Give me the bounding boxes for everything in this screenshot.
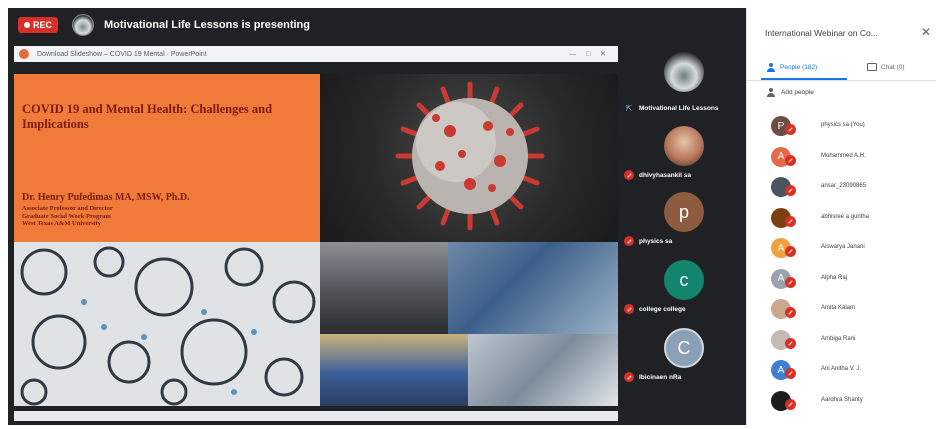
mic-off-icon: [624, 170, 634, 180]
participant-name: physics sa (You): [821, 122, 865, 128]
list-item[interactable]: abhisree a guntha: [747, 202, 936, 232]
presentation-slide: COVID 19 and Mental Health: Challenges a…: [14, 74, 618, 406]
list-item[interactable]: ansar_23090865: [747, 171, 936, 201]
side-panel: International Webinar on Co... ✕ People …: [746, 8, 936, 425]
panel-tabs: People (182) Chat (0): [747, 56, 936, 78]
list-item[interactable]: Pphysics sa (You): [747, 110, 936, 140]
add-person-icon: [767, 88, 776, 97]
tile-name: Ibicinaen nRa: [639, 373, 682, 381]
mic-off-icon: [624, 304, 634, 314]
participant-name: Ani Anitha V. J.: [821, 366, 862, 372]
list-item[interactable]: A Alpha Raj: [747, 263, 936, 293]
list-item[interactable]: Aardhra Shanty: [747, 385, 936, 415]
mic-off-icon: [785, 185, 796, 196]
gloves-image: [320, 334, 468, 406]
hospital-workers-image: [448, 242, 618, 334]
mic-off-icon: [785, 154, 796, 166]
list-item[interactable]: A Ani Anitha V. J.: [747, 354, 936, 384]
affiliation-line: Associate Professor and Director: [22, 205, 113, 212]
slide-affiliation: Associate Professor and Director Graduat…: [22, 205, 113, 228]
mic-off-icon: [785, 215, 796, 227]
participant-name: Alpha Raj: [821, 274, 848, 281]
slide-author: Dr. Henry Pufedimas MA, MSW, Ph.D.: [22, 192, 190, 203]
mic-off-icon: [785, 398, 796, 410]
close-icon[interactable]: ✕: [921, 25, 931, 39]
chat-icon: [867, 63, 877, 71]
participant-name: ansar_23090865: [821, 183, 867, 189]
recording-label: REC: [33, 20, 53, 30]
participant-name: Ambiga Rani: [821, 335, 856, 342]
record-dot-icon: [24, 22, 30, 28]
presenter-avatar: [72, 14, 95, 36]
window-controls: — □ ✕: [569, 51, 610, 58]
tile-name: physics sa: [639, 237, 673, 245]
participant-tile[interactable]: C Ibicinaen nRa: [620, 324, 752, 388]
tab-chat-label: Chat (0): [881, 63, 905, 71]
affiliation-line: Graduate Social Work Program: [22, 212, 111, 220]
tile-avatar: p: [664, 192, 704, 232]
list-item[interactable]: Amita Kalam: [747, 293, 936, 323]
participant-name: abhisree a guntha: [821, 213, 870, 220]
cell-micrograph: [20, 246, 316, 406]
powerpoint-icon: [19, 49, 29, 59]
tab-chat[interactable]: Chat (0): [867, 56, 904, 78]
tile-name: dhivyhasankil sa: [639, 171, 692, 179]
recording-badge: REC: [18, 17, 59, 33]
tile-avatar: c: [664, 260, 704, 300]
presenting-icon: ⇱: [625, 103, 633, 113]
tile-avatar: C: [664, 328, 704, 368]
tile-name: college college: [639, 305, 686, 313]
participant-name: Aardhra Shanty: [821, 396, 863, 403]
mic-off-icon: [785, 337, 796, 349]
mic-off-icon: [785, 246, 796, 257]
participant-tile[interactable]: dhivyhasankil sa: [620, 122, 752, 186]
virus-illustration: [395, 81, 545, 231]
participant-name: Amita Kalam: [821, 305, 856, 311]
list-item[interactable]: A Mohammed A.H.: [747, 141, 936, 171]
coronavirus-image: [320, 74, 618, 242]
shared-window-title: Download Slideshow – COVID 19 Mental · P…: [37, 50, 207, 58]
presenting-bar: REC Motivational Life Lessons is present…: [8, 8, 752, 42]
meeting-title: International Webinar on Co...: [765, 28, 878, 38]
mic-off-icon: [624, 372, 634, 382]
tile-avatar: [664, 52, 704, 92]
tab-people-label: People (182): [780, 63, 818, 71]
participant-name: Mohammed A.H.: [821, 152, 866, 159]
participant-tile[interactable]: c college college: [620, 256, 752, 320]
mic-off-icon: [624, 236, 634, 246]
add-people-label: Add people: [781, 89, 814, 96]
slide-status-bar: [14, 411, 618, 421]
participant-tile[interactable]: p physics sa: [620, 188, 752, 252]
crowd-image: [320, 242, 448, 334]
participant-tile[interactable]: ⇱ Motivational Life Lessons: [620, 46, 752, 122]
list-item[interactable]: A Aiswarya Janani: [747, 232, 936, 262]
tab-people[interactable]: People (182): [767, 56, 817, 78]
participant-name: Aiswarya Janani: [821, 244, 865, 250]
list-item[interactable]: Ambiga Rani: [747, 324, 936, 354]
mic-off-icon: [785, 276, 796, 288]
mic-off-icon: [785, 307, 796, 318]
tile-name: Motivational Life Lessons: [639, 104, 719, 112]
mic-off-icon: [785, 124, 796, 135]
presenting-text: Motivational Life Lessons is presenting: [104, 19, 310, 31]
slide-title-panel: COVID 19 and Mental Health: Challenges a…: [14, 74, 320, 242]
micrograph-image: [14, 242, 320, 406]
slide-title: COVID 19 and Mental Health: Challenges a…: [22, 102, 273, 131]
mic-off-icon: [785, 368, 796, 379]
add-people-button[interactable]: Add people: [767, 88, 814, 97]
patient-care-image: [468, 334, 618, 406]
affiliation-line: West Texas A&M University: [22, 220, 101, 227]
shared-window-titlebar: Download Slideshow – COVID 19 Mental · P…: [14, 46, 618, 62]
tab-divider: [747, 80, 936, 81]
participant-tiles: ⇱ Motivational Life Lessons dhivyhasanki…: [620, 42, 752, 425]
people-icon: [767, 62, 776, 72]
tile-avatar: [664, 126, 704, 166]
